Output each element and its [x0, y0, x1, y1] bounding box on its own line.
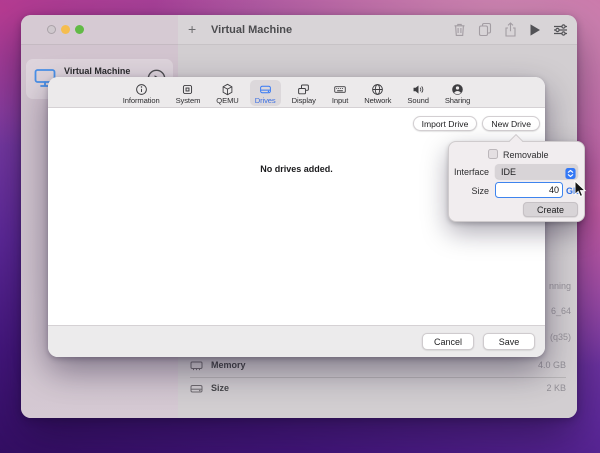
tab-qemu[interactable]: QEMU	[211, 80, 243, 106]
save-button[interactable]: Save	[483, 333, 535, 350]
size-field-label: Size	[449, 186, 489, 196]
zoom-button[interactable]	[75, 25, 84, 34]
detail-value-partial: 6_64	[551, 306, 571, 316]
detail-value-partial: nning	[549, 281, 571, 291]
memory-row: Memory 4.0 GB	[178, 358, 577, 374]
tab-drives[interactable]: Drives	[250, 80, 281, 106]
info-icon	[135, 82, 148, 96]
size-input[interactable]	[495, 182, 563, 198]
traffic-lights	[47, 25, 84, 34]
desktop-wallpaper: + Virtual Machine	[0, 0, 600, 453]
tab-input[interactable]: Input	[327, 80, 353, 106]
tab-label: Sharing	[445, 96, 470, 105]
play-icon[interactable]	[529, 23, 541, 37]
speaker-icon	[411, 82, 425, 96]
tab-label: System	[176, 96, 201, 105]
windows-icon	[297, 82, 310, 96]
minimize-button[interactable]	[61, 25, 70, 34]
size-value: 2 KB	[546, 383, 566, 393]
interface-value: IDE	[501, 167, 516, 177]
import-drive-button[interactable]: Import Drive	[413, 116, 478, 131]
size-label: Size	[211, 383, 229, 393]
sheet-footer: Cancel Save	[48, 325, 545, 357]
person-circle-icon	[451, 82, 464, 96]
tab-label: Input	[332, 96, 348, 105]
size-row: Size 2 KB	[178, 381, 577, 397]
close-button[interactable]	[47, 25, 56, 34]
new-drive-button[interactable]: New Drive	[482, 116, 540, 131]
tab-sound[interactable]: Sound	[402, 80, 433, 106]
window-title: Virtual Machine	[211, 24, 292, 36]
tab-information[interactable]: Information	[118, 80, 165, 106]
share-icon[interactable]	[504, 22, 517, 37]
tab-label: Information	[123, 96, 160, 105]
tab-label: Sound	[407, 96, 428, 105]
tab-system[interactable]: System	[171, 80, 206, 106]
vm-name: Virtual Machine	[64, 66, 130, 76]
create-button[interactable]: Create	[523, 202, 578, 217]
memory-label: Memory	[211, 360, 246, 370]
chip-icon	[181, 82, 194, 96]
new-drive-popover: Removable Interface IDE Size GB Create	[448, 141, 585, 222]
trash-icon[interactable]	[453, 22, 466, 37]
detail-value-partial: (q35)	[550, 332, 571, 342]
globe-icon	[371, 82, 384, 96]
tab-label: QEMU	[216, 96, 238, 105]
settings-tab-bar: Information System QEMU	[48, 77, 545, 108]
tab-label: Network	[364, 96, 391, 105]
tab-sharing[interactable]: Sharing	[440, 80, 475, 106]
tab-display[interactable]: Display	[287, 80, 321, 106]
cancel-button[interactable]: Cancel	[422, 333, 474, 350]
keyboard-icon	[333, 82, 347, 96]
drive-icon	[190, 382, 203, 400]
removable-checkbox[interactable]	[488, 149, 498, 159]
interface-label: Interface	[449, 167, 489, 177]
tab-label: Display	[292, 96, 316, 105]
removable-label: Removable	[503, 150, 549, 160]
mouse-cursor	[574, 180, 587, 203]
row-divider	[190, 377, 566, 378]
tab-label: Drives	[255, 96, 276, 105]
clone-icon[interactable]	[478, 22, 492, 37]
memory-value: 4.0 GB	[538, 360, 566, 370]
filters-icon[interactable]	[553, 23, 568, 37]
cube-icon	[221, 82, 234, 96]
drive-icon	[259, 82, 272, 96]
memory-chip-icon	[190, 359, 203, 377]
interface-dropdown[interactable]: IDE	[495, 164, 578, 179]
tab-network[interactable]: Network	[359, 80, 396, 106]
add-vm-button[interactable]: +	[188, 21, 196, 38]
titlebar: + Virtual Machine	[21, 15, 577, 45]
